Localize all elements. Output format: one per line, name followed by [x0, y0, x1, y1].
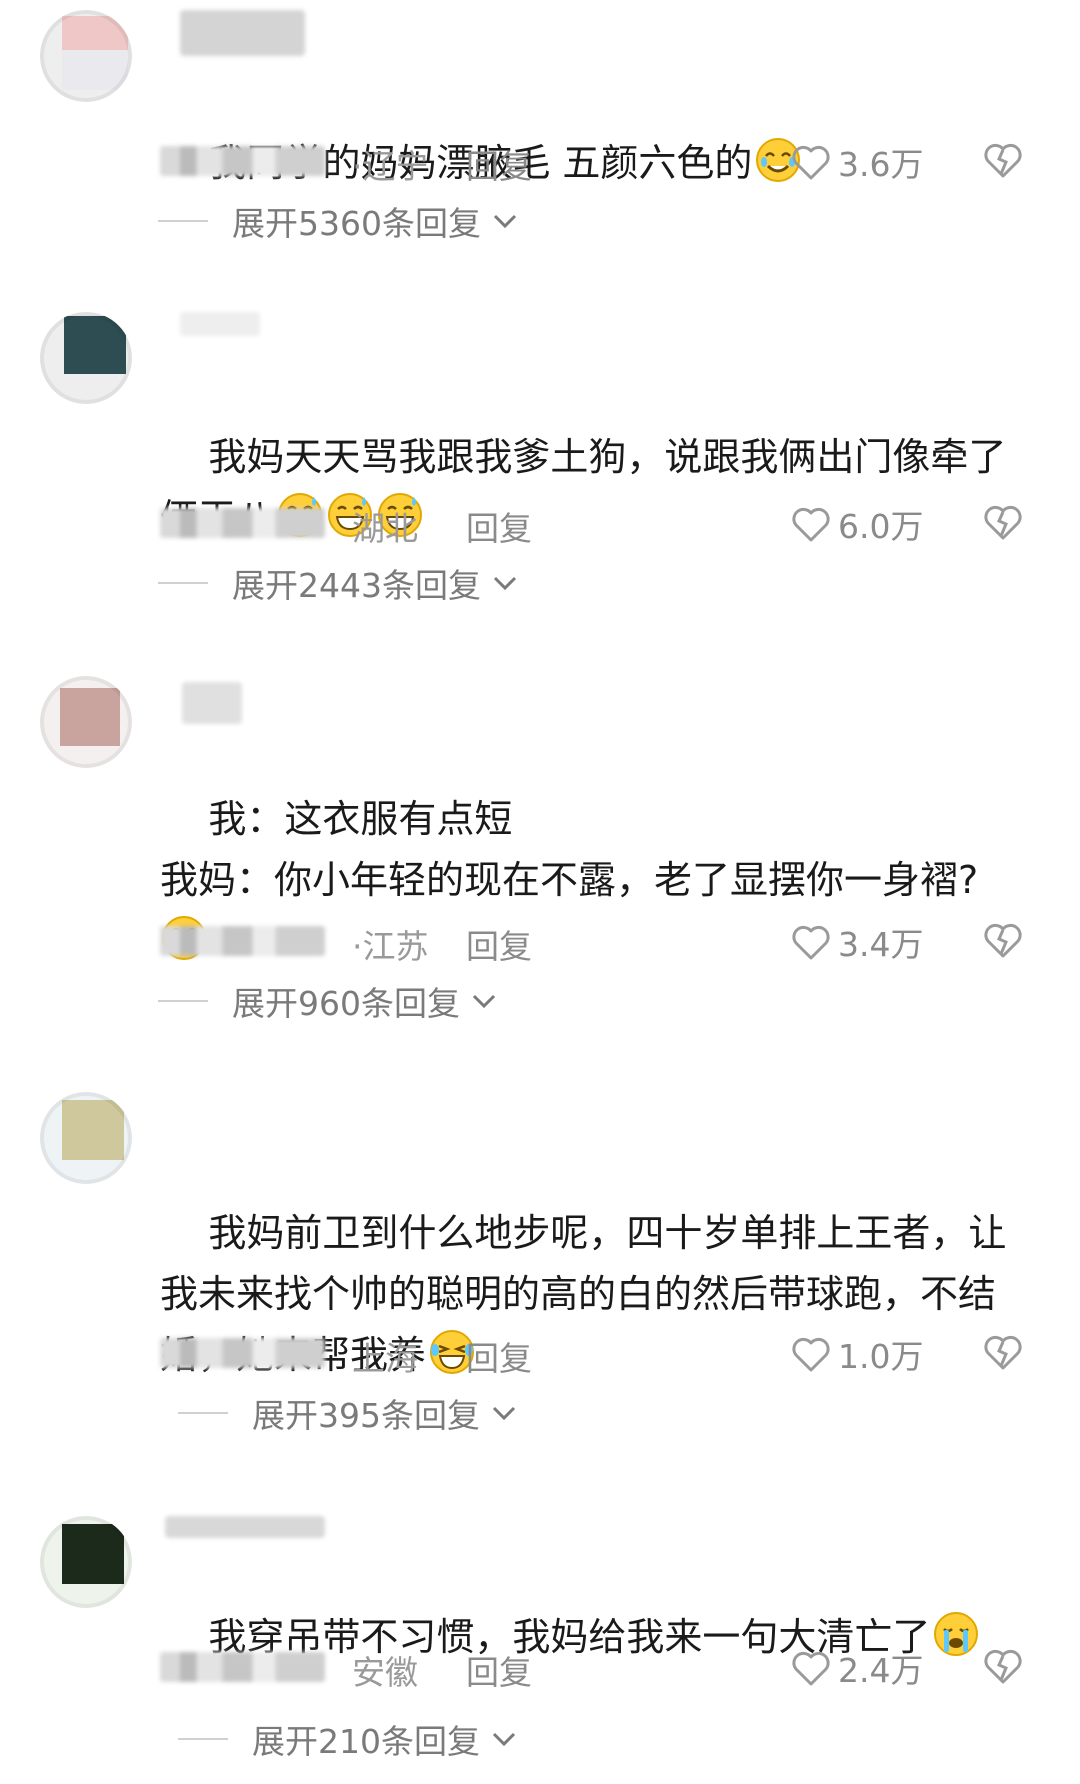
expand-replies-label: 展开960条回复 [232, 984, 460, 1023]
divider [158, 1000, 208, 1002]
expand-replies-label: 展开210条回复 [252, 1722, 480, 1761]
username-blur [160, 1652, 325, 1682]
chevron-down-icon [472, 994, 496, 1009]
location-label: 安徽 [352, 1653, 418, 1692]
broken-heart-icon[interactable] [982, 1646, 1024, 1686]
username[interactable] [180, 10, 305, 56]
heart-icon [792, 1337, 830, 1372]
comment-meta: ·江苏 回复 3.4万 [0, 914, 1080, 970]
expand-replies[interactable]: 展开5360条回复 [158, 196, 519, 246]
expand-replies-label: 展开5360条回复 [232, 204, 481, 243]
broken-heart-icon[interactable] [982, 502, 1024, 542]
username[interactable] [180, 312, 260, 336]
divider [178, 1738, 228, 1740]
like-count: 2.4万 [838, 1651, 924, 1690]
avatar[interactable] [40, 1092, 132, 1184]
avatar[interactable] [40, 10, 132, 102]
heart-icon [792, 507, 830, 542]
comment-meta: ·辽宁 回复 3.6万 [0, 134, 1080, 190]
expand-replies-label: 展开2443条回复 [232, 566, 481, 605]
location-label: ·江苏 [352, 927, 429, 966]
username-blur [160, 1338, 325, 1368]
divider [178, 1412, 228, 1414]
chevron-down-icon [493, 576, 517, 591]
username-blur [160, 508, 325, 538]
heart-icon [792, 1651, 830, 1686]
expand-replies[interactable]: 展开960条回复 [158, 976, 498, 1026]
expand-replies[interactable]: 展开395条回复 [178, 1388, 518, 1438]
heart-icon [792, 145, 830, 180]
like-button[interactable]: 3.6万 [790, 138, 923, 186]
location-label: 上海 [352, 1339, 418, 1378]
like-button[interactable]: 1.0万 [790, 1330, 923, 1378]
like-count: 3.6万 [838, 145, 924, 184]
like-count: 1.0万 [838, 1337, 924, 1376]
heart-icon [792, 925, 830, 960]
broken-heart-icon[interactable] [982, 1332, 1024, 1372]
username[interactable] [182, 682, 242, 724]
avatar[interactable] [40, 676, 132, 768]
like-count: 6.0万 [838, 507, 924, 546]
like-button[interactable]: 6.0万 [790, 500, 923, 548]
expand-replies[interactable]: 展开210条回复 [178, 1714, 518, 1764]
divider [158, 582, 208, 584]
reply-button[interactable]: 回复 [466, 502, 532, 550]
like-button[interactable]: 2.4万 [790, 1644, 923, 1692]
broken-heart-icon[interactable] [982, 140, 1024, 180]
reply-button[interactable]: 回复 [466, 1646, 532, 1694]
location-label: 湖北 [352, 509, 418, 548]
divider [158, 220, 208, 222]
comment-text: 我穿吊带不习惯，我妈给我来一句大清亡了 [160, 1546, 1040, 1729]
reply-button[interactable]: 回复 [466, 140, 532, 188]
chevron-down-icon [493, 214, 517, 229]
comment-text-content: 我：这衣服有点短 我妈：你小年轻的现在不露，老了显摆你一身褶? [160, 797, 979, 902]
comment-meta: 安徽 回复 2.4万 [0, 1640, 1080, 1696]
avatar[interactable] [40, 1516, 132, 1608]
reply-button[interactable]: 回复 [466, 1332, 532, 1380]
expand-replies[interactable]: 展开2443条回复 [158, 558, 519, 608]
location-label: ·辽宁 [352, 147, 429, 186]
chevron-down-icon [492, 1406, 516, 1421]
comment-meta: 湖北 回复 6.0万 [0, 496, 1080, 552]
broken-heart-icon[interactable] [982, 920, 1024, 960]
username-blur [160, 926, 325, 956]
comment-meta: 上海 回复 1.0万 [0, 1326, 1080, 1382]
like-button[interactable]: 3.4万 [790, 918, 923, 966]
expand-replies-label: 展开395条回复 [252, 1396, 480, 1435]
reply-button[interactable]: 回复 [466, 920, 532, 968]
username[interactable] [165, 1516, 325, 1538]
chevron-down-icon [492, 1732, 516, 1747]
like-count: 3.4万 [838, 925, 924, 964]
avatar[interactable] [40, 312, 132, 404]
username-blur [160, 146, 325, 176]
